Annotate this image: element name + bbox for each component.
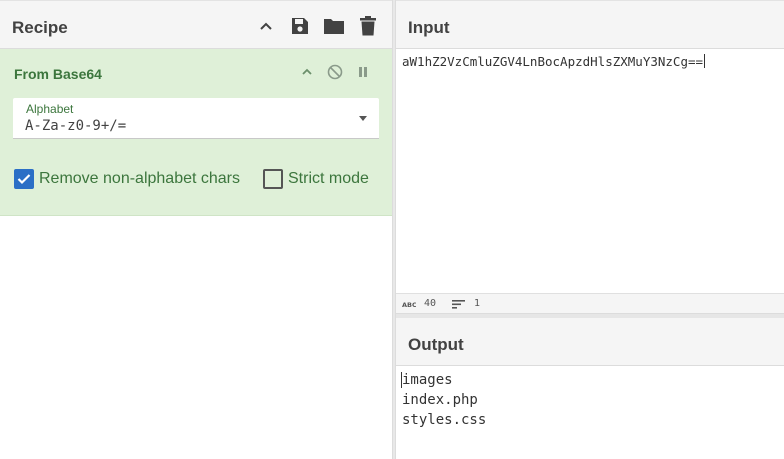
- alphabet-value: A-Za-z0-9+/=: [25, 118, 127, 134]
- input-textarea[interactable]: aW1hZ2VzCmluZGV4LnBocApzdHlsZXMuY3NzCg==: [402, 54, 706, 69]
- line-count: 1: [452, 298, 480, 309]
- pause-icon: [359, 67, 367, 77]
- input-pane: Input aW1hZ2VzCmluZGV4LnBocApzdHlsZXMuY3…: [396, 0, 784, 314]
- save-recipe-button[interactable]: [288, 14, 312, 38]
- recipe-header: Recipe: [0, 0, 392, 49]
- input-value: aW1hZ2VzCmluZGV4LnBocApzdHlsZXMuY3NzCg==: [402, 54, 704, 69]
- recipe-title: Recipe: [12, 18, 68, 37]
- checkbox-label: Strict mode: [288, 170, 369, 187]
- remove-non-alphabet-checkbox[interactable]: Remove non-alphabet chars: [14, 168, 240, 190]
- folder-icon: [324, 19, 344, 34]
- save-icon: [292, 18, 308, 34]
- output-pane: Output images index.php styles.css: [396, 318, 784, 459]
- input-title: Input: [408, 18, 450, 37]
- checkbox-checked-icon: [14, 169, 34, 189]
- output-header: Output: [396, 318, 784, 366]
- alphabet-label: Alphabet: [26, 102, 74, 116]
- svg-text:ABC: ABC: [402, 301, 416, 308]
- pause-operation-button[interactable]: [353, 62, 373, 82]
- output-line: styles.css: [402, 412, 487, 428]
- clear-recipe-button[interactable]: [356, 14, 380, 38]
- output-line: images: [402, 372, 453, 388]
- checkbox-label: Remove non-alphabet chars: [39, 170, 241, 187]
- dropdown-caret-icon: [359, 116, 367, 121]
- char-count-value: 40: [424, 298, 437, 309]
- chevron-up-icon: [260, 22, 272, 30]
- output-line: index.php: [402, 392, 478, 408]
- chevron-up-icon: [302, 68, 312, 75]
- strict-mode-checkbox[interactable]: Strict mode: [263, 168, 369, 190]
- operation-from-base64[interactable]: From Base64 Alphabet A-Za-z0-9+/= Remove…: [0, 49, 392, 216]
- output-textarea[interactable]: images index.php styles.css: [402, 370, 486, 430]
- checkbox-unchecked-icon: [263, 169, 283, 189]
- alphabet-select[interactable]: Alphabet A-Za-z0-9+/=: [13, 98, 379, 139]
- output-title: Output: [408, 335, 464, 354]
- lines-icon: [452, 299, 465, 309]
- input-header: Input: [396, 0, 784, 49]
- abc-icon: ABC: [402, 301, 416, 308]
- load-recipe-button[interactable]: [322, 14, 346, 38]
- line-count-value: 1: [474, 298, 481, 309]
- operation-title: From Base64: [14, 66, 102, 82]
- recipe-pane: Recipe From Base64 Alphabet A-Za-z0-9+/=…: [0, 0, 392, 459]
- collapse-recipe-button[interactable]: [254, 14, 278, 38]
- disable-operation-button[interactable]: [325, 62, 345, 82]
- text-cursor: [704, 54, 706, 68]
- disable-icon: [327, 64, 343, 80]
- collapse-operation-button[interactable]: [297, 62, 317, 82]
- input-status-bar: ABC 40 1: [396, 293, 784, 314]
- trash-icon: [360, 16, 376, 36]
- char-count: ABC 40: [402, 298, 436, 309]
